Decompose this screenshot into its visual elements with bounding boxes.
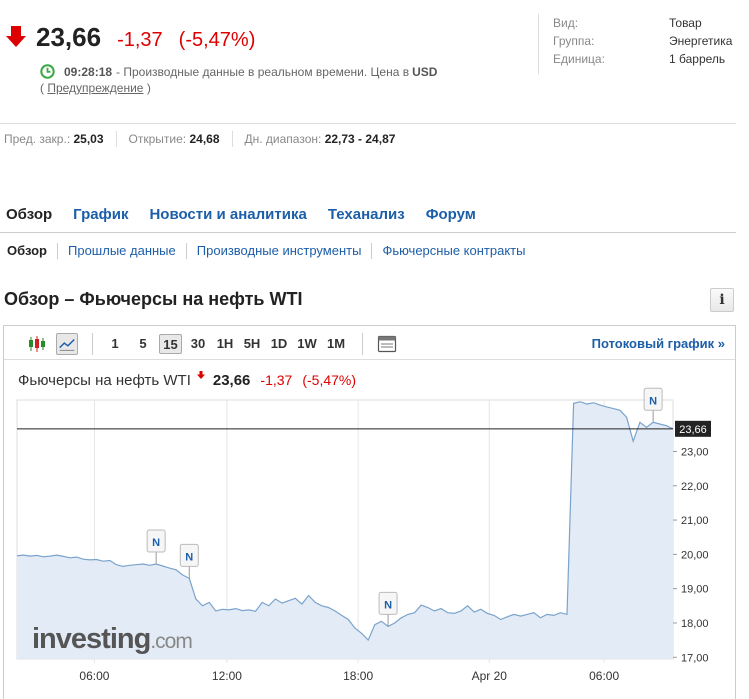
subtab-historical[interactable]: Прошлые данные (57, 243, 186, 259)
last-price-label: 23,66 (679, 424, 707, 436)
price-change-percent: (-5,47%) (178, 29, 256, 51)
currency: USD (412, 64, 438, 79)
sub-tabs: Обзор Прошлые данные Производные инструм… (7, 243, 535, 259)
news-marker-label: N (152, 537, 160, 549)
clock-icon (40, 64, 55, 79)
x-tick-label: 06:00 (79, 669, 109, 683)
y-tick-label: 17,00 (681, 652, 709, 664)
news-marker-label: N (649, 395, 657, 407)
tab-forum[interactable]: Форум (426, 206, 476, 223)
subtab-overview[interactable]: Обзор (7, 243, 57, 259)
tab-news[interactable]: Новости и аналитика (149, 206, 306, 223)
chart-widget: 1 5 15 30 1H 5H 1D 1W 1M Потоковый графи… (3, 325, 736, 699)
instrument-meta: Вид: Товар Группа: Энергетика Единица: 1 ба… (538, 14, 736, 74)
day-range: Дн. диапазон: 22,73 - 24,87 (244, 132, 396, 146)
subtab-futures[interactable]: Фьючерсные контракты (371, 243, 535, 259)
news-marker-label: N (185, 551, 193, 563)
y-tick-label: 18,00 (681, 618, 709, 630)
divider (0, 123, 736, 124)
realtime-line: 09:28:18 - Производные данные в реальном… (40, 64, 437, 79)
arrow-down-icon (6, 26, 26, 47)
tab-overview[interactable]: Обзор (6, 206, 52, 223)
realtime-text: - Производные данные в реальном времени.… (116, 64, 410, 79)
summary-stats: Пред. закр.: 25,03 Открытие: 24,68 Дн. д… (4, 131, 419, 147)
prev-close: Пред. закр.: 25,03 (4, 131, 117, 147)
last-price: 23,66 (36, 22, 102, 52)
x-tick-label: 12:00 (212, 669, 242, 683)
quote-time: 09:28:18 (64, 64, 113, 79)
warning-line: ( Предупреждение ) (40, 81, 151, 95)
page-title: Обзор – Фьючерсы на нефть WTI (4, 289, 303, 309)
subtab-derivatives[interactable]: Производные инструменты (185, 243, 372, 259)
tab-chart[interactable]: График (73, 206, 128, 223)
price-change: -1,37 (117, 29, 163, 51)
info-icon[interactable]: i (710, 288, 734, 312)
quote-header: 23,66 -1,37 (-5,47%) (6, 22, 255, 53)
tab-technical[interactable]: Теханализ (328, 206, 405, 223)
meta-row: Единица: 1 баррель (553, 52, 726, 66)
x-tick-label: 18:00 (343, 669, 373, 683)
y-tick-label: 23,00 (681, 446, 709, 458)
warning-link[interactable]: Предупреждение (47, 81, 143, 95)
y-tick-label: 20,00 (681, 549, 709, 561)
x-tick-label: Apr 20 (472, 669, 508, 683)
open-price: Открытие: 24,68 (129, 131, 233, 147)
price-chart[interactable]: 06:00 12:00 18:00 Apr 20 06:00 23,66 23,00 22,0… (4, 326, 735, 699)
y-tick-label: 22,00 (681, 481, 709, 493)
x-tick-label: 06:00 (589, 669, 619, 683)
y-tick-label: 19,00 (681, 584, 709, 596)
divider (0, 232, 736, 233)
main-tabs: Обзор График Новости и аналитика Теханал… (6, 206, 497, 223)
meta-row: Группа: Энергетика (553, 34, 733, 48)
y-tick-label: 21,00 (681, 515, 709, 527)
meta-row: Вид: Товар (553, 16, 702, 30)
news-marker-label: N (384, 599, 392, 611)
